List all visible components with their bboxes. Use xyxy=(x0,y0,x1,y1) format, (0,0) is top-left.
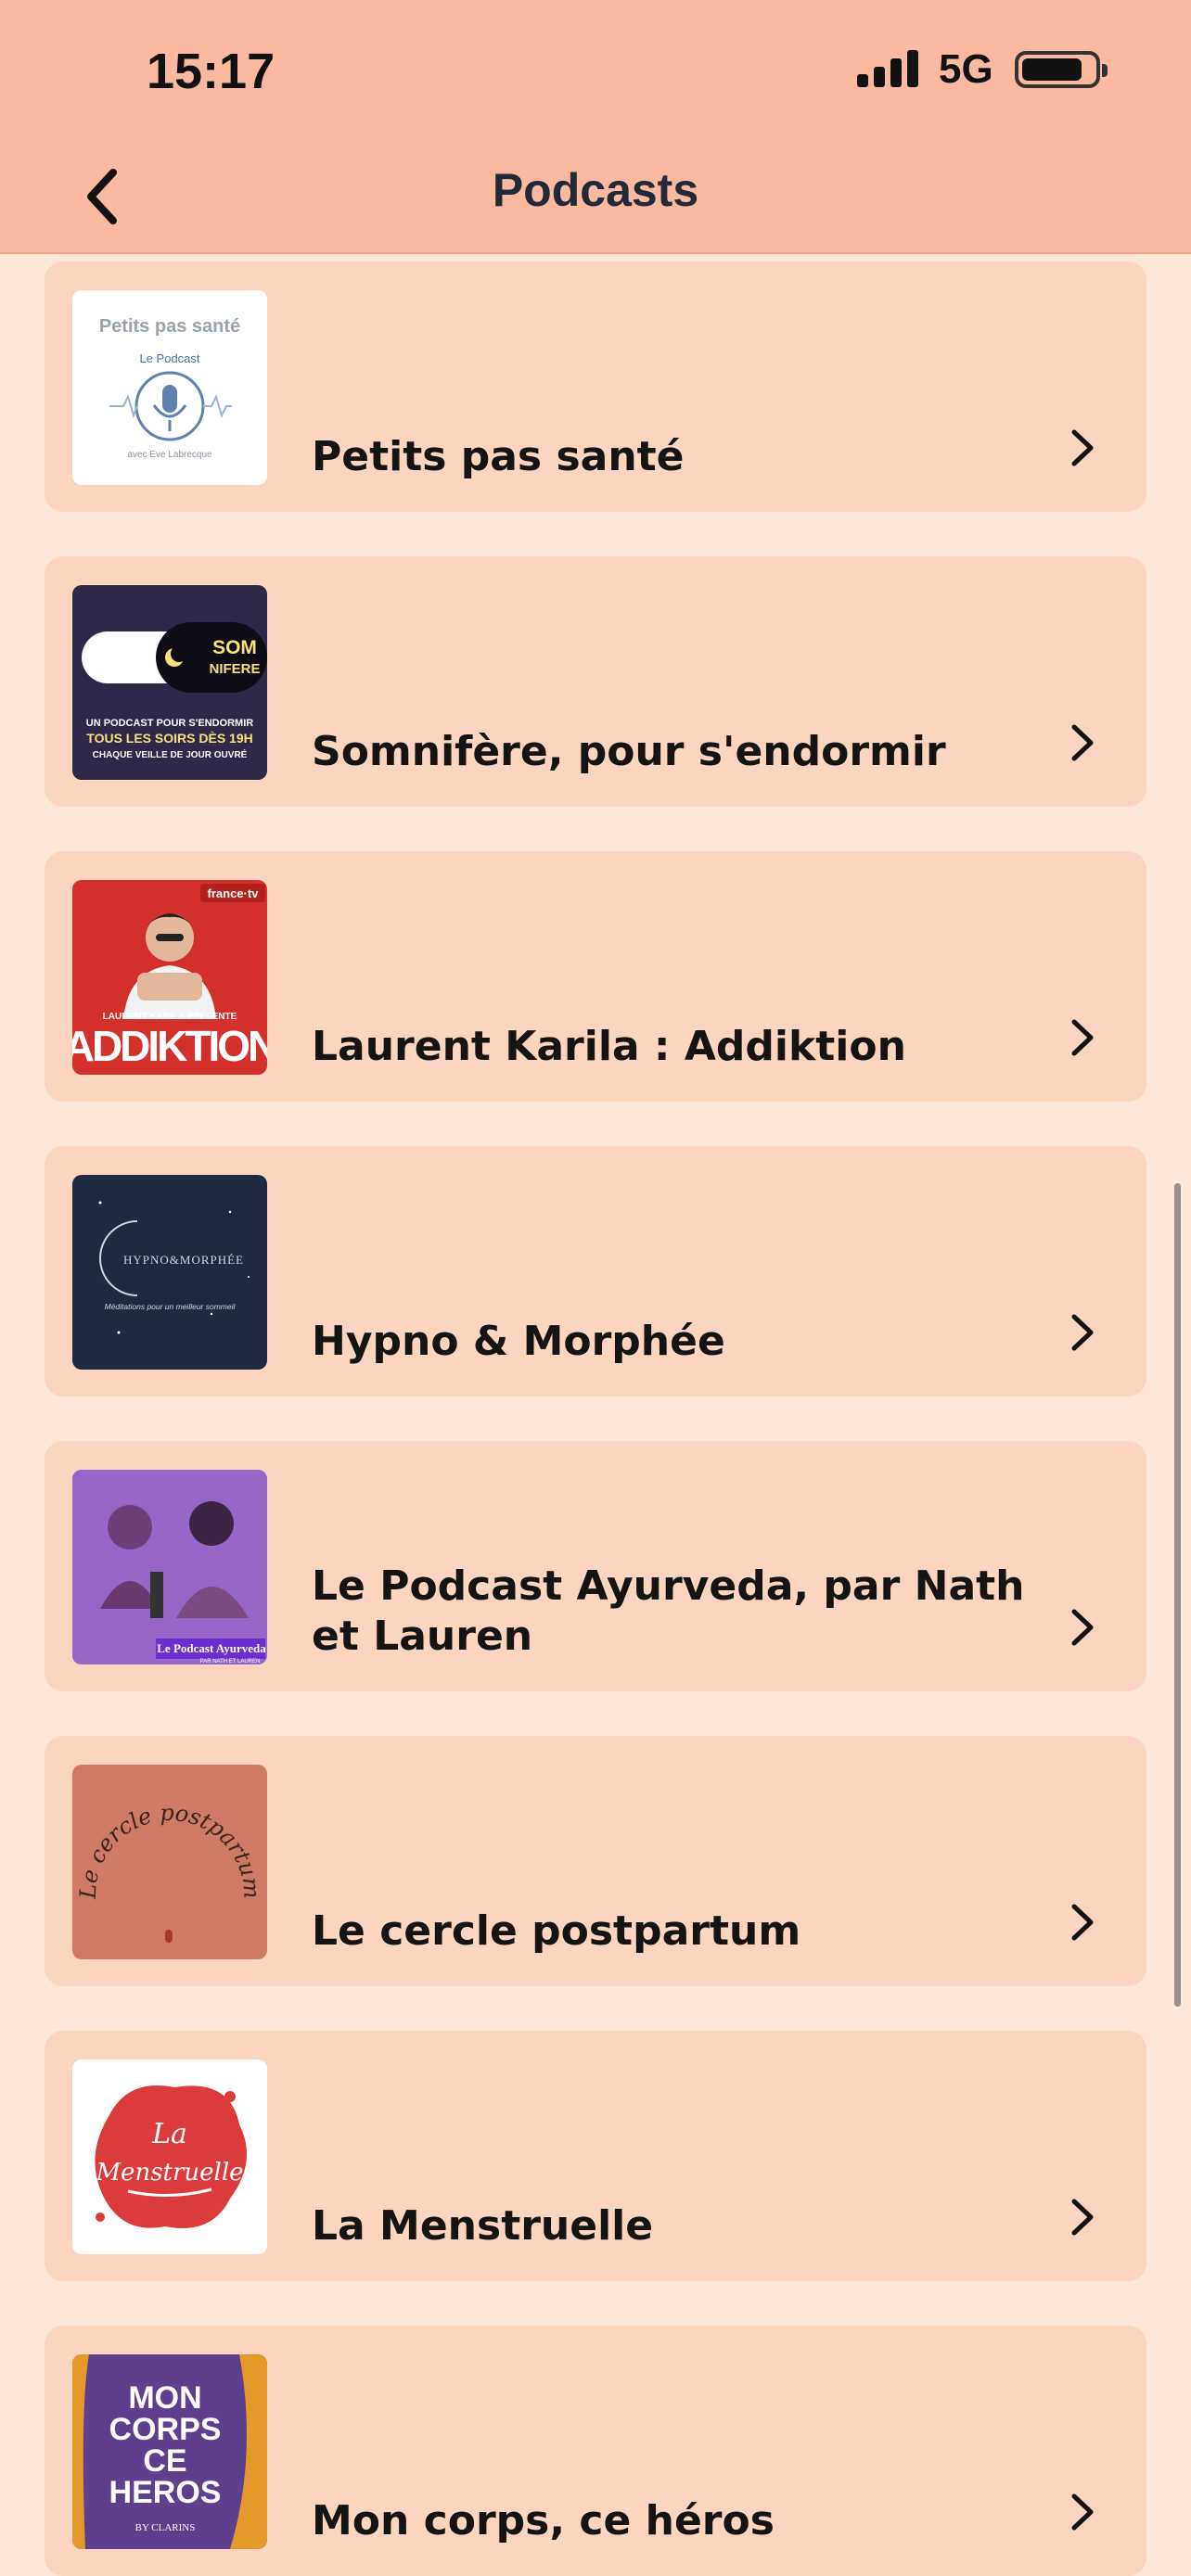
chevron-right-icon xyxy=(1071,2199,1094,2236)
chevron-right-icon xyxy=(1071,1314,1094,1351)
network-type: 5G xyxy=(939,46,993,92)
podcast-artwork: Petits pas santé Le Podcast avec Eve Lab… xyxy=(72,290,267,485)
podcast-card[interactable]: Petits pas santé Le Podcast avec Eve Lab… xyxy=(45,261,1146,512)
chevron-right-icon xyxy=(1071,724,1094,761)
svg-text:avec Eve Labrecque: avec Eve Labrecque xyxy=(127,450,212,460)
podcast-card[interactable]: SOM NIFERE UN PODCAST POUR S'ENDORMIR TO… xyxy=(45,556,1146,807)
svg-text:UN PODCAST POUR S'ENDORMIR: UN PODCAST POUR S'ENDORMIR xyxy=(86,718,254,729)
signal-icon xyxy=(857,50,920,87)
podcast-card[interactable]: HYPNO&MORPHÉE Méditations pour un meille… xyxy=(45,1146,1146,1396)
svg-text:BY CLARINS: BY CLARINS xyxy=(135,2522,196,2533)
chevron-right-icon xyxy=(1071,2493,1094,2531)
podcast-card[interactable]: Le Podcast Ayurveda PAR NATH ET LAUREN L… xyxy=(45,1441,1146,1691)
podcast-title: Hypno & Morphée xyxy=(312,1318,725,1365)
chevron-right-icon xyxy=(1071,1904,1094,1941)
podcast-card[interactable]: france·tv LAURENT KARILA PRÉSENTE ADDIKT… xyxy=(45,851,1146,1102)
navigation-bar: Podcasts xyxy=(0,139,1191,254)
svg-text:Le Podcast Ayurveda: Le Podcast Ayurveda xyxy=(157,1641,266,1655)
podcast-title: La Menstruelle xyxy=(312,2202,654,2250)
svg-text:HYPNO&MORPHÉE: HYPNO&MORPHÉE xyxy=(123,1253,244,1267)
svg-text:La: La xyxy=(151,2118,187,2150)
svg-text:france·tv: france·tv xyxy=(208,886,260,900)
svg-text:LAURENT KARILA PRÉSENTE: LAURENT KARILA PRÉSENTE xyxy=(103,1010,237,1022)
podcast-card[interactable]: MON CORPS CE HEROS BY CLARINS Mon corps,… xyxy=(45,2326,1146,2576)
podcast-artwork: La Menstruelle xyxy=(72,2060,267,2254)
chevron-right-icon xyxy=(1071,1609,1094,1646)
svg-text:Le cercle postpartum: Le cercle postpartum xyxy=(75,1800,265,1900)
svg-text:TOUS LES SOIRS DÈS 19H: TOUS LES SOIRS DÈS 19H xyxy=(86,731,252,746)
svg-text:MON: MON xyxy=(128,2380,201,2416)
svg-text:CORPS: CORPS xyxy=(109,2412,222,2447)
svg-text:Le Podcast: Le Podcast xyxy=(139,351,199,365)
scrollbar[interactable] xyxy=(1174,1183,1181,2007)
svg-text:Petits pas santé: Petits pas santé xyxy=(99,316,240,337)
page-title: Podcasts xyxy=(492,164,699,216)
svg-text:PAR NATH ET LAUREN: PAR NATH ET LAUREN xyxy=(200,1659,261,1664)
chevron-right-icon xyxy=(1071,1019,1094,1056)
battery-icon xyxy=(1015,51,1108,88)
podcast-artwork: HYPNO&MORPHÉE Méditations pour un meille… xyxy=(72,1175,267,1370)
status-bar: 15:17 5G xyxy=(0,0,1191,139)
podcast-artwork: Le cercle postpartum xyxy=(72,1765,267,1959)
podcast-title: Somnifère, pour s'endormir xyxy=(312,728,946,775)
status-time: 15:17 xyxy=(147,44,275,99)
svg-text:Méditations pour un meilleur s: Méditations pour un meilleur sommeil xyxy=(105,1302,237,1311)
podcast-title: Laurent Karila : Addiktion xyxy=(312,1023,906,1070)
podcast-card[interactable]: La Menstruelle La Menstruelle xyxy=(45,2031,1146,2281)
podcast-list: Petits pas santé Le Podcast avec Eve Lab… xyxy=(0,254,1191,2576)
podcast-title: Le cercle postpartum xyxy=(312,1907,801,1955)
svg-text:NIFERE: NIFERE xyxy=(209,661,260,677)
svg-text:ADDIKTION: ADDIKTION xyxy=(72,1022,267,1070)
podcast-artwork: Le Podcast Ayurveda PAR NATH ET LAUREN xyxy=(72,1470,267,1664)
svg-text:Menstruelle: Menstruelle xyxy=(95,2159,243,2187)
podcast-artwork: france·tv LAURENT KARILA PRÉSENTE ADDIKT… xyxy=(72,880,267,1075)
svg-text:SOM: SOM xyxy=(212,637,257,658)
podcast-artwork: MON CORPS CE HEROS BY CLARINS xyxy=(72,2354,267,2549)
podcast-card[interactable]: Le cercle postpartum Le cercle postpartu… xyxy=(45,1736,1146,1986)
podcast-title: Le Podcast Ayurveda, par Nath et Lauren xyxy=(312,1562,1025,1660)
podcast-artwork: SOM NIFERE UN PODCAST POUR S'ENDORMIR TO… xyxy=(72,585,267,780)
podcast-title: Mon corps, ce héros xyxy=(312,2497,775,2544)
svg-text:HEROS: HEROS xyxy=(109,2475,222,2510)
svg-text:CHAQUE VEILLE DE JOUR OUVRÉ: CHAQUE VEILLE DE JOUR OUVRÉ xyxy=(93,748,248,760)
svg-text:CE: CE xyxy=(143,2443,186,2479)
podcast-title: Petits pas santé xyxy=(312,433,685,480)
chevron-right-icon xyxy=(1071,429,1094,466)
